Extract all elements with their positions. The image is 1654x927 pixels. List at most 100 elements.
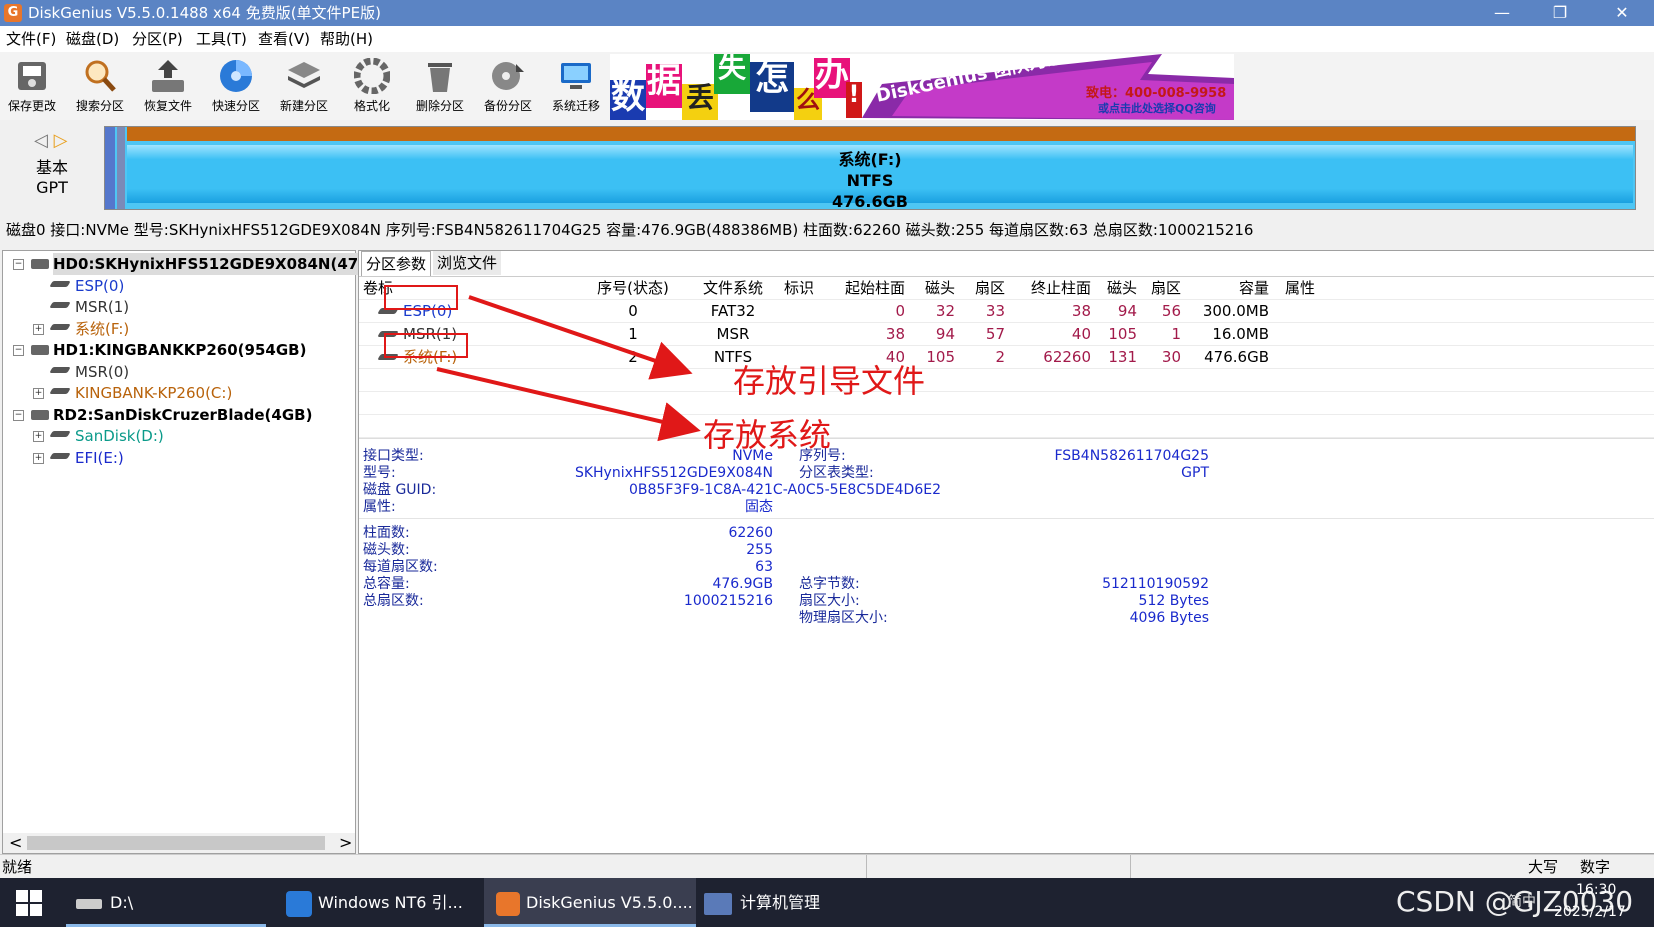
- banner-char: 据: [646, 64, 682, 108]
- scroll-left-button[interactable]: <: [9, 833, 22, 853]
- taskbar-item-drive[interactable]: D:\: [76, 878, 133, 927]
- clock-time[interactable]: 16:30: [1576, 880, 1616, 900]
- drive-icon: [76, 898, 102, 909]
- disk-icon: [31, 259, 49, 269]
- disk-type-label: 基本 GPT: [35, 158, 68, 197]
- tree-node-label: 系统(F:): [75, 319, 130, 338]
- detail-value-heads: 255: [746, 542, 773, 558]
- tree-expander[interactable]: −: [13, 409, 24, 421]
- tree-node-label: SanDisk(D:): [75, 427, 164, 445]
- menu-tools[interactable]: 工具(T): [196, 29, 247, 49]
- close-button[interactable]: ✕: [1594, 0, 1650, 26]
- minimize-button[interactable]: —: [1474, 0, 1530, 26]
- detail-value-tsec: 1000215216: [683, 593, 773, 609]
- tree-expander[interactable]: +: [33, 323, 44, 335]
- banner-qq: 或点击此处选择QQ咨询: [1098, 102, 1216, 115]
- banner-char: 丢: [682, 84, 718, 120]
- column-header[interactable]: 容量: [1199, 277, 1269, 299]
- tree-node-label: HD0:SKHynixHFS512GDE9X084N(47: [53, 253, 363, 275]
- ime-indicator[interactable]: 简中: [1508, 892, 1536, 912]
- format-button[interactable]: 格式化: [340, 56, 404, 118]
- taskbar-item-winnt6[interactable]: Windows NT6 引...: [286, 878, 463, 927]
- status-bar: 就绪 大写 数字: [0, 854, 1654, 879]
- detail-value-attr: 固态: [745, 499, 773, 515]
- restore-button[interactable]: ❐: [1532, 0, 1588, 26]
- tree-node-label: MSR(0): [75, 362, 130, 381]
- disk-icon: [31, 345, 49, 355]
- detail-value-cyl: 62260: [728, 525, 773, 541]
- tree-node-label: KINGBANK-KP260(C:): [75, 384, 233, 402]
- wrench-icon: [286, 890, 312, 917]
- partition-icon: [49, 388, 71, 394]
- detail-value-model: SKHynixHFS512GDE9X084N: [574, 465, 773, 481]
- tree-node-label: RD2:SanDiskCruzerBlade(4GB): [53, 405, 313, 424]
- backup-partition-button[interactable]: 备份分区: [476, 56, 540, 118]
- recover-files-button[interactable]: 恢复文件: [136, 56, 200, 118]
- diskgenius-icon: [496, 891, 520, 916]
- menu-view[interactable]: 查看(V): [258, 29, 310, 49]
- tree-expander[interactable]: −: [13, 345, 24, 356]
- new-partition-button[interactable]: 新建分区: [272, 56, 336, 118]
- disk-map: ◁ ▷ 基本 GPT 系统(F:) NTFS 476.6GB: [0, 122, 1654, 212]
- banner-char: !: [846, 82, 862, 118]
- clock-date[interactable]: 2025/2/17: [1554, 902, 1626, 922]
- app-icon: G: [4, 4, 22, 22]
- menu-partition[interactable]: 分区(P): [132, 29, 183, 49]
- table-cell-end-head: 94: [1117, 302, 1137, 320]
- partition-bar[interactable]: 系统(F:) NTFS 476.6GB: [104, 126, 1636, 211]
- tree-node-label: HD1:KINGBANKKP260(954GB): [53, 341, 307, 359]
- disk-icon: [31, 409, 49, 420]
- partition-icon: [49, 366, 71, 373]
- partition-icon: [49, 280, 71, 287]
- menu-disk[interactable]: 磁盘(D): [66, 29, 119, 49]
- tree-expander[interactable]: +: [33, 431, 44, 442]
- table-cell-end-sec: 30: [1161, 348, 1181, 366]
- detail-value-guid: 0B85F3F9-1C8A-421C-A0C5-5E8C5DE4D6E2: [629, 482, 941, 498]
- format-icon: [354, 58, 390, 94]
- num-indicator: 数字: [1580, 858, 1611, 876]
- table-cell-size: 16.0MB: [1212, 325, 1269, 343]
- search-icon: [85, 60, 116, 92]
- promo-banner[interactable]: 数 据 丢 失 怎 么 办 ! DiskGenius 团队为您服务 致电：400…: [610, 54, 1234, 120]
- column-header[interactable]: 属性: [1285, 277, 1335, 299]
- migrate-icon: [561, 63, 591, 89]
- menu-bar: 文件(F) 磁盘(D) 分区(P) 工具(T) 查看(V) 帮助(H): [0, 26, 1654, 52]
- quick-partition-button[interactable]: 快速分区: [204, 56, 268, 118]
- partition-bar-label: 系统(F:) NTFS 476.6GB: [832, 150, 908, 211]
- banner-char: 办: [814, 58, 850, 98]
- scrollbar-thumb[interactable]: [27, 836, 325, 850]
- tree-horizontal-scrollbar[interactable]: < >: [3, 833, 355, 853]
- backup-icon: [492, 62, 524, 90]
- menu-help[interactable]: 帮助(H): [320, 29, 373, 49]
- search-partition-button[interactable]: 搜索分区: [68, 56, 132, 118]
- tree-expander[interactable]: +: [33, 388, 44, 399]
- menu-file[interactable]: 文件(F): [6, 29, 56, 49]
- disc-icon: [220, 60, 252, 92]
- detail-label-guid: 磁盘 GUID:: [363, 482, 437, 498]
- status-text: 就绪: [2, 858, 33, 876]
- column-header[interactable]: 扇区: [1149, 277, 1181, 299]
- scroll-right-button[interactable]: >: [339, 833, 352, 853]
- partition-detail-panel: 分区参数 浏览文件 卷标 序号(状态) 文件系统 标识 起始柱面 磁头 扇区 终止柱面 磁头 扇区…: [358, 250, 1654, 854]
- delete-partition-button[interactable]: 删除分区: [408, 56, 472, 118]
- system-migration-button[interactable]: 系统迁移: [544, 56, 608, 118]
- table-cell-size: 300.0MB: [1202, 302, 1269, 320]
- column-header[interactable]: 磁头: [1105, 277, 1137, 299]
- taskbar: D:\ Windows NT6 引... DiskGenius V5.5.0..…: [0, 878, 1654, 927]
- detail-value-ptype: GPT: [1181, 465, 1209, 481]
- partition-icon: [49, 323, 71, 330]
- disk-info-line: 磁盘0 接口:NVMe 型号:SKHynixHFS512GDE9X084N 序列…: [6, 221, 1254, 239]
- tree-expander[interactable]: −: [13, 259, 24, 270]
- partition-icon: [49, 452, 71, 459]
- banner-phone: 致电：400-008-9958: [1086, 86, 1227, 101]
- taskbar-item-diskgenius[interactable]: DiskGenius V5.5.0....: [484, 878, 696, 927]
- taskbar-item-computer-mgmt[interactable]: 计算机管理: [704, 878, 820, 927]
- detail-value-cap: 476.9GB: [712, 576, 773, 592]
- detail-value-tbytes: 512110190592: [1102, 576, 1209, 592]
- save-changes-button[interactable]: 保存更改: [0, 56, 64, 118]
- tree-expander[interactable]: +: [33, 452, 44, 464]
- windows-start-icon[interactable]: [16, 890, 42, 916]
- disk-nav-arrows[interactable]: ◁ ▷: [34, 130, 67, 151]
- disk-details: 接口类型: NVMe 序列号: FSB4N582611704G25 型号: SKHynix…: [359, 439, 1654, 851]
- table-cell-end-head: 105: [1108, 325, 1137, 343]
